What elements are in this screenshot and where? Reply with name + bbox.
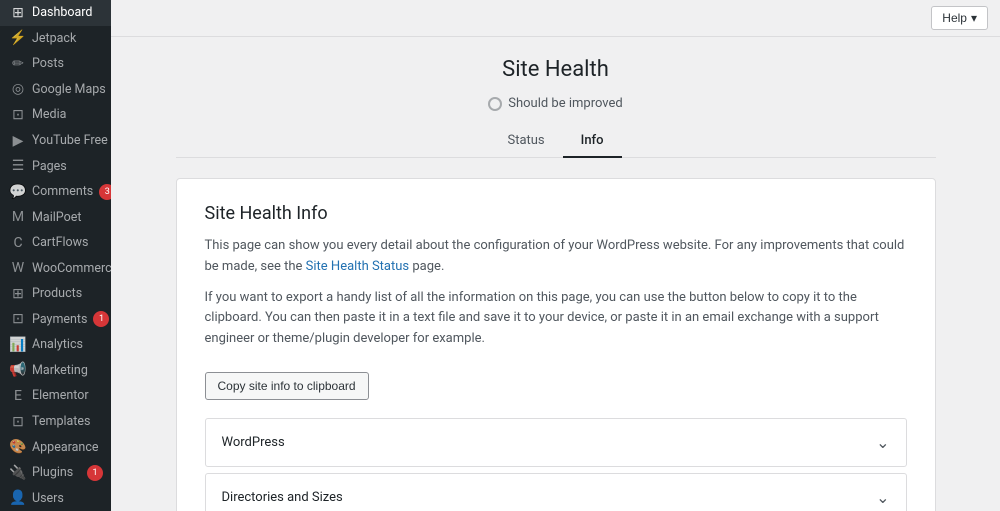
sidebar-item-label: CartFlows — [32, 235, 89, 250]
sidebar-icon: ⊞ — [10, 286, 26, 302]
sidebar-item-elementor[interactable]: E Elementor — [0, 383, 111, 409]
sidebar-item-media[interactable]: ⊡ Media — [0, 102, 111, 128]
sidebar-item-label: Comments — [32, 184, 93, 199]
sidebar-item-google-maps[interactable]: ◎ Google Maps — [0, 77, 111, 103]
sidebar-item-label: Jetpack — [32, 31, 76, 46]
sidebar-icon: ⊡ — [10, 414, 26, 430]
sidebar-item-label: Products — [32, 286, 82, 301]
accordion-row: WordPress ⌄ — [205, 418, 907, 467]
help-button[interactable]: Help ▾ — [931, 6, 988, 30]
info-panel-title: Site Health Info — [205, 203, 907, 224]
sidebar-item-label: Pages — [32, 159, 67, 174]
sidebar-item-payments[interactable]: ⊡ Payments 1 — [0, 307, 111, 333]
sidebar-icon: ⊞ — [10, 5, 26, 21]
copy-site-info-button[interactable]: Copy site info to clipboard — [205, 372, 369, 400]
sidebar: ⊞ Dashboard ⚡ Jetpack ✏ Posts ◎ Google Maps ⊡ Med… — [0, 0, 111, 511]
accordion-header[interactable]: WordPress ⌄ — [206, 419, 906, 466]
sidebar-item-users[interactable]: 👤 Users — [0, 485, 111, 511]
chevron-down-icon: ⌄ — [876, 488, 889, 507]
sidebar-icon: ▶ — [10, 133, 26, 149]
info-panel: Site Health Info This page can show you … — [176, 178, 936, 511]
sidebar-item-products[interactable]: ⊞ Products — [0, 281, 111, 307]
sidebar-icon: 🔌 — [10, 465, 26, 481]
help-chevron-icon: ▾ — [971, 11, 977, 25]
sidebar-item-label: Dashboard — [32, 5, 92, 20]
status-indicator: Should be improved — [176, 96, 936, 111]
sidebar-item-cartflows[interactable]: C CartFlows — [0, 230, 111, 256]
sidebar-item-label: Payments — [32, 312, 87, 327]
sidebar-item-label: Plugins — [32, 465, 73, 480]
status-text: Should be improved — [508, 96, 623, 111]
site-health-status-link[interactable]: Site Health Status — [306, 259, 409, 274]
sidebar-item-label: WooCommerce — [32, 261, 111, 276]
sidebar-item-jetpack[interactable]: ⚡ Jetpack — [0, 26, 111, 52]
sidebar-item-label: YouTube Free — [32, 133, 108, 148]
sidebar-item-analytics[interactable]: 📊 Analytics — [0, 332, 111, 358]
accordion-row: Directories and Sizes ⌄ — [205, 473, 907, 511]
sidebar-item-label: Google Maps — [32, 82, 106, 97]
sidebar-item-label: Posts — [32, 56, 64, 71]
accordion-header[interactable]: Directories and Sizes ⌄ — [206, 474, 906, 511]
tab-info[interactable]: Info — [563, 125, 622, 158]
sidebar-item-youtube-free[interactable]: ▶ YouTube Free — [0, 128, 111, 154]
main-content: Help ▾ Site Health Should be improved St… — [111, 0, 1000, 511]
sidebar-item-pages[interactable]: ☰ Pages — [0, 153, 111, 179]
badge: 1 — [93, 311, 109, 327]
sidebar-item-label: Analytics — [32, 337, 83, 352]
content-area: Site Health Should be improved Status In… — [111, 37, 1000, 511]
content-inner: Site Health Should be improved Status In… — [176, 57, 936, 511]
tab-bar: Status Info — [176, 125, 936, 158]
sidebar-item-posts[interactable]: ✏ Posts — [0, 51, 111, 77]
sidebar-icon: 📢 — [10, 362, 26, 378]
sidebar-item-label: Marketing — [32, 363, 88, 378]
sidebar-icon: ⊡ — [10, 311, 26, 327]
sidebar-icon: ⚡ — [10, 30, 26, 46]
info-description-2: If you want to export a handy list of al… — [205, 288, 907, 350]
sidebar-item-label: Elementor — [32, 388, 89, 403]
sidebar-item-comments[interactable]: 💬 Comments 3 — [0, 179, 111, 205]
sidebar-icon: 👤 — [10, 490, 26, 506]
accordion-label: WordPress — [222, 435, 285, 450]
help-label: Help — [942, 11, 967, 25]
sidebar-item-appearance[interactable]: 🎨 Appearance — [0, 434, 111, 460]
chevron-down-icon: ⌄ — [876, 433, 889, 452]
page-title: Site Health — [176, 57, 936, 82]
sidebar-icon: E — [10, 388, 26, 404]
sidebar-item-label: Appearance — [32, 440, 99, 455]
sidebar-item-label: Users — [32, 491, 64, 506]
sidebar-icon: ☰ — [10, 158, 26, 174]
sidebar-item-templates[interactable]: ⊡ Templates — [0, 409, 111, 435]
sidebar-icon: 💬 — [10, 184, 26, 200]
tab-status[interactable]: Status — [489, 125, 562, 158]
sidebar-item-woocommerce[interactable]: W WooCommerce — [0, 255, 111, 281]
info-description-1: This page can show you every detail abou… — [205, 236, 907, 278]
sidebar-icon: 🎨 — [10, 439, 26, 455]
sidebar-item-dashboard[interactable]: ⊞ Dashboard — [0, 0, 111, 26]
sidebar-icon: ✏ — [10, 56, 26, 72]
badge: 1 — [87, 465, 103, 481]
badge: 3 — [99, 184, 111, 200]
sidebar-item-plugins[interactable]: 🔌 Plugins 1 — [0, 460, 111, 486]
sidebar-item-mailpoet[interactable]: M MailPoet — [0, 204, 111, 230]
sidebar-item-label: Media — [32, 107, 66, 122]
status-circle-icon — [488, 97, 502, 111]
sidebar-item-label: Templates — [32, 414, 90, 429]
accordion-label: Directories and Sizes — [222, 490, 343, 505]
sidebar-icon: 📊 — [10, 337, 26, 353]
sidebar-icon: ◎ — [10, 81, 26, 97]
topbar: Help ▾ — [111, 0, 1000, 37]
sidebar-icon: W — [10, 260, 26, 276]
sidebar-icon: C — [10, 235, 26, 251]
sidebar-item-label: MailPoet — [32, 210, 81, 225]
sidebar-icon: M — [10, 209, 26, 225]
accordion-list: WordPress⌄Directories and Sizes⌄Drop-ins… — [205, 418, 907, 511]
sidebar-icon: ⊡ — [10, 107, 26, 123]
sidebar-item-marketing[interactable]: 📢 Marketing — [0, 358, 111, 384]
